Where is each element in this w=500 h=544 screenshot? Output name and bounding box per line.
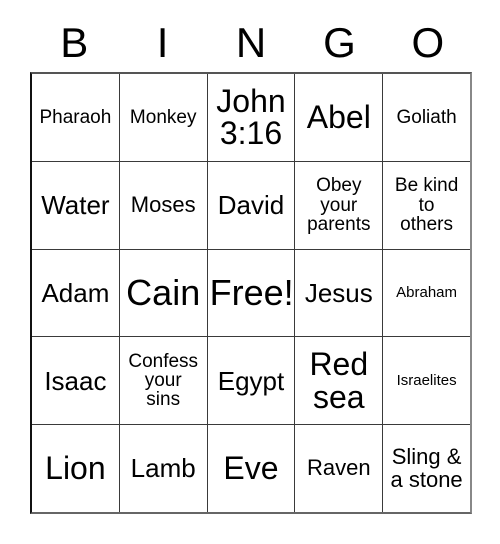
- bingo-cell-label: Jesus: [304, 277, 373, 308]
- bingo-cell[interactable]: Lamb: [118, 425, 207, 512]
- bingo-header-letter-b: B: [60, 19, 89, 66]
- bingo-cell[interactable]: Confess your sins: [118, 337, 207, 425]
- bingo-cell-label: Egypt: [217, 365, 285, 396]
- bingo-row: Pharaoh Monkey John 3:16 Abel Goliath: [32, 74, 470, 161]
- bingo-cell[interactable]: Cain: [118, 249, 207, 337]
- bingo-cell[interactable]: Abel: [294, 74, 382, 161]
- bingo-cell-label: Israelites: [396, 372, 457, 390]
- bingo-cell-label: Water: [41, 189, 110, 220]
- bingo-cell-label: Sling & a stone: [390, 444, 463, 492]
- bingo-cell[interactable]: Isaac: [32, 337, 119, 424]
- bingo-cell[interactable]: Adam: [32, 250, 119, 337]
- bingo-cell-label: Free!: [209, 271, 294, 313]
- bingo-cell-label: Abel: [306, 99, 371, 136]
- bingo-cell[interactable]: Red sea: [294, 337, 382, 425]
- bingo-cell[interactable]: Egypt: [206, 337, 295, 425]
- bingo-cell-label: David: [217, 189, 285, 220]
- bingo-row: Isaac Confess your sins Egypt Red sea Is…: [32, 336, 470, 425]
- bingo-cell-label: Lion: [45, 450, 106, 487]
- bingo-cell-label: Confess your sins: [128, 350, 199, 411]
- bingo-cell[interactable]: Goliath: [382, 74, 470, 161]
- bingo-cell[interactable]: Jesus: [294, 249, 382, 337]
- bingo-cell[interactable]: Pharaoh: [32, 74, 119, 161]
- bingo-cell-free-space[interactable]: Free!: [206, 249, 295, 337]
- bingo-cell-label: Cain: [126, 271, 201, 313]
- bingo-cell[interactable]: Lion: [32, 425, 119, 512]
- bingo-cell-label: Adam: [41, 277, 110, 308]
- bingo-cell-label: Monkey: [129, 106, 197, 128]
- bingo-cell[interactable]: Abraham: [382, 249, 470, 337]
- bingo-cell[interactable]: Moses: [118, 161, 207, 249]
- bingo-cell-label: Moses: [130, 191, 196, 217]
- bingo-cell[interactable]: Eve: [206, 425, 295, 512]
- bingo-cell[interactable]: Monkey: [118, 74, 207, 161]
- bingo-cell[interactable]: Raven: [294, 425, 382, 512]
- bingo-cell-label: Lamb: [130, 453, 196, 484]
- bingo-cell-label: Isaac: [44, 365, 107, 396]
- bingo-cell-label: Raven: [306, 455, 371, 481]
- bingo-cell-label: Abraham: [396, 284, 458, 302]
- bingo-cell-label: Pharaoh: [39, 106, 112, 128]
- bingo-cell[interactable]: Water: [32, 162, 119, 249]
- bingo-cell-label: John 3:16: [216, 82, 286, 152]
- bingo-cell[interactable]: Obey your parents: [294, 161, 382, 249]
- bingo-row: Lion Lamb Eve Raven Sling & a stone: [32, 424, 470, 512]
- bingo-cell[interactable]: David: [206, 161, 295, 249]
- bingo-header-letter-n: N: [235, 19, 267, 66]
- bingo-cell-label: Eve: [223, 450, 279, 487]
- bingo-header-letter-g: G: [323, 19, 356, 66]
- bingo-header-letter-o: O: [411, 19, 445, 66]
- bingo-cell[interactable]: John 3:16: [206, 74, 295, 161]
- bingo-cell-label: Be kind to others: [394, 175, 459, 235]
- bingo-row: Adam Cain Free! Jesus Abraham: [32, 248, 470, 337]
- bingo-header-letter-i: I: [156, 19, 169, 66]
- bingo-row: Water Moses David Obey your parents Be k…: [32, 160, 470, 249]
- bingo-cell-label: Obey your parents: [307, 175, 371, 235]
- bingo-cell[interactable]: Be kind to others: [382, 161, 470, 249]
- bingo-cell-label: Goliath: [396, 106, 457, 128]
- bingo-cell-label: Red sea: [309, 346, 369, 415]
- bingo-card: B I N G O Pharaoh Monkey John 3:16 Abel …: [0, 0, 500, 544]
- bingo-header: B I N G O: [30, 14, 472, 72]
- bingo-cell[interactable]: Sling & a stone: [382, 425, 470, 512]
- bingo-grid: Pharaoh Monkey John 3:16 Abel Goliath Wa…: [30, 72, 472, 514]
- bingo-cell[interactable]: Israelites: [382, 337, 470, 425]
